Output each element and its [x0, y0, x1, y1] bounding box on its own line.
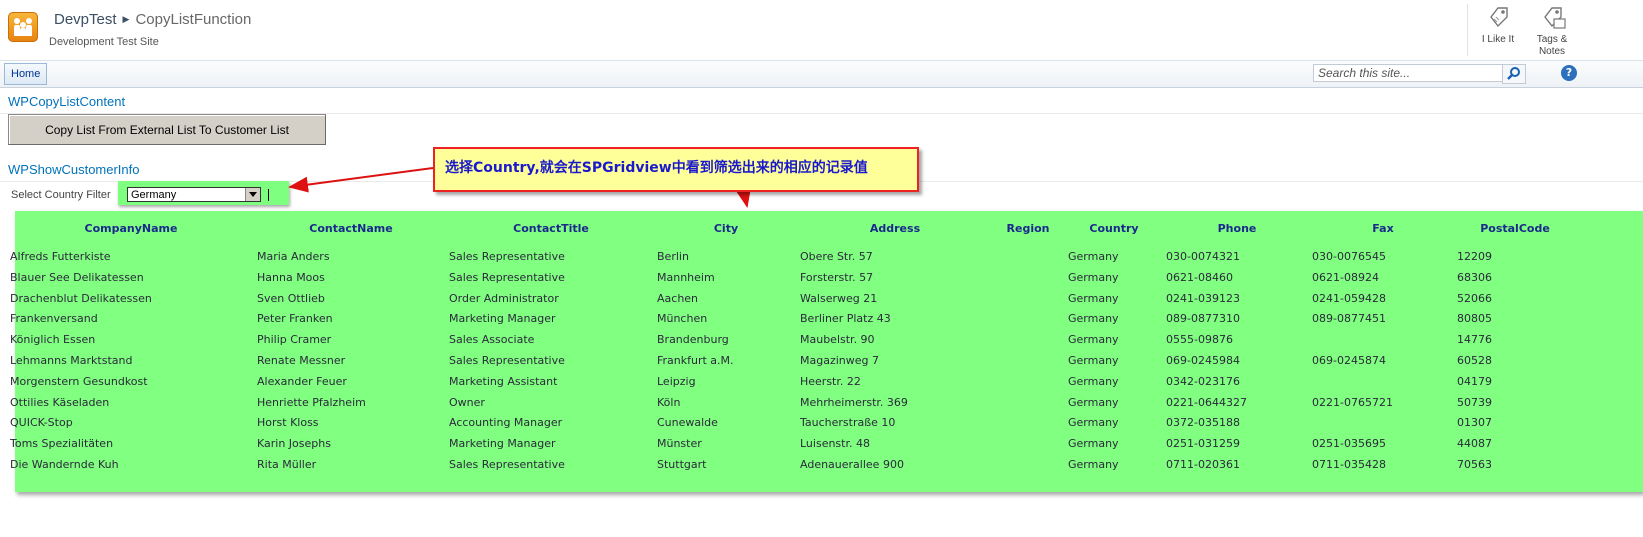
annotation-arrow-to-filter: [288, 167, 434, 193]
annotation-arrows: [288, 167, 752, 208]
annotation-text: 选择Country,就会在SPGridview中看到筛选出来的相应的记录值: [445, 160, 868, 176]
annotation-callout: 选择Country,就会在SPGridview中看到筛选出来的相应的记录值: [433, 147, 919, 192]
